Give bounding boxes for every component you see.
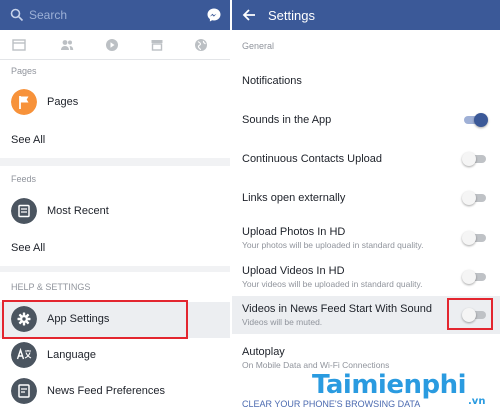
setting-autoplay[interactable]: Autoplay On Mobile Data and Wi-Fi Connec… [232, 340, 500, 374]
menu-item-label: News Feed Preferences [47, 385, 165, 397]
section-divider [0, 158, 230, 166]
shortcut-tab-bar [0, 30, 230, 60]
messenger-icon[interactable] [206, 7, 222, 23]
menu-item-language[interactable]: Language [0, 338, 230, 374]
settings-header-bar: Settings [232, 0, 500, 30]
setting-subtitle: Your photos will be uploaded in standard… [242, 240, 424, 250]
help-settings-section-header: HELP & SETTINGS [11, 282, 91, 292]
settings-panel: Settings General Notifications Sounds in… [232, 0, 500, 416]
top-search-bar: Search [0, 0, 230, 30]
contacts-upload-toggle[interactable] [462, 152, 488, 166]
page-title: Settings [268, 8, 315, 23]
search-icon[interactable] [10, 8, 24, 22]
photos-hd-toggle[interactable] [462, 231, 488, 245]
back-arrow-icon[interactable] [242, 8, 256, 22]
annotation-highlight-box [2, 300, 188, 339]
news-feed-icon[interactable] [12, 38, 26, 52]
language-icon [11, 342, 37, 368]
friends-icon[interactable] [60, 38, 74, 52]
setting-subtitle: Your videos will be uploaded in standard… [242, 279, 423, 289]
menu-item-most-recent[interactable]: Most Recent [0, 194, 230, 230]
menu-item-label: Most Recent [47, 205, 109, 217]
setting-notifications[interactable]: Notifications [232, 68, 500, 98]
setting-upload-videos-hd[interactable]: Upload Videos In HD Your videos will be … [232, 261, 500, 295]
sounds-toggle[interactable] [462, 113, 488, 127]
setting-title: Continuous Contacts Upload [242, 153, 383, 165]
pages-section-header: Pages [11, 66, 37, 76]
setting-title: Upload Videos In HD [242, 265, 345, 277]
flag-icon [11, 89, 37, 115]
setting-title: Links open externally [242, 192, 346, 204]
setting-upload-photos-hd[interactable]: Upload Photos In HD Your photos will be … [232, 222, 500, 256]
setting-sounds-in-app[interactable]: Sounds in the App [232, 108, 500, 136]
section-divider [0, 266, 230, 272]
videos-hd-toggle[interactable] [462, 270, 488, 284]
links-external-toggle[interactable] [462, 191, 488, 205]
general-section-header: General [242, 41, 275, 51]
setting-subtitle: Videos will be muted. [242, 317, 323, 327]
setting-title: Sounds in the App [242, 114, 332, 126]
left-menu-panel: Search Pages Pages See All Feeds Most Re… [0, 0, 230, 416]
menu-item-label: Language [47, 349, 96, 361]
globe-icon[interactable] [194, 38, 208, 52]
watermark-domain-suffix: .vn [468, 396, 486, 407]
clear-browsing-data-link[interactable]: CLEAR YOUR PHONE'S BROWSING DATA [242, 399, 420, 409]
search-input[interactable]: Search [29, 8, 67, 22]
menu-item-pages[interactable]: Pages [0, 85, 230, 121]
watermark-logo-text: Taimienphi [312, 370, 467, 400]
feed-icon [11, 198, 37, 224]
setting-title: Videos in News Feed Start With Sound [242, 303, 432, 315]
setting-title: Notifications [242, 75, 302, 87]
pages-see-all-link[interactable]: See All [11, 134, 45, 146]
setting-title: Upload Photos In HD [242, 226, 346, 238]
feeds-section-header: Feeds [11, 174, 37, 184]
menu-item-news-feed-preferences[interactable]: News Feed Preferences [0, 374, 230, 410]
setting-title: Autoplay [242, 346, 285, 358]
feeds-see-all-link[interactable]: See All [11, 242, 45, 254]
annotation-highlight-box [447, 298, 493, 330]
menu-item-label: Pages [47, 96, 79, 108]
setting-continuous-contacts-upload[interactable]: Continuous Contacts Upload [232, 147, 500, 175]
marketplace-icon[interactable] [150, 38, 164, 52]
setting-links-open-externally[interactable]: Links open externally [232, 186, 500, 214]
video-icon[interactable] [105, 38, 119, 52]
news-feed-preferences-icon [11, 378, 37, 404]
setting-subtitle: On Mobile Data and Wi-Fi Connections [242, 360, 390, 370]
